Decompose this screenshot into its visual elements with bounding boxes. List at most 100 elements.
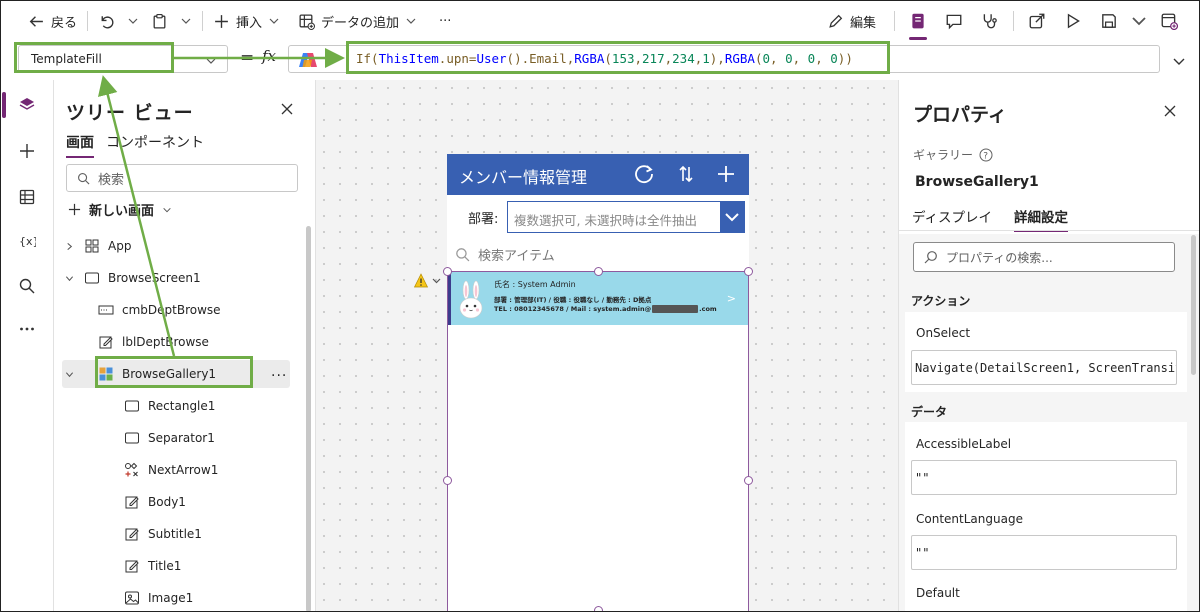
insert-button[interactable]: 挿入 — [207, 6, 286, 36]
back-button[interactable]: 戻る — [22, 6, 83, 36]
tree-item-nextarrow1[interactable]: NextArrow1 — [62, 456, 290, 484]
section-data: データ — [911, 405, 948, 419]
tree-item-lbldeptbrowse[interactable]: lblDeptBrowse — [62, 328, 290, 356]
help-icon[interactable]: ? — [979, 148, 993, 162]
refresh-icon[interactable] — [633, 163, 655, 185]
tab-display[interactable]: ディスプレイ — [912, 206, 992, 230]
paste-button[interactable] — [145, 6, 174, 36]
selection-handle[interactable] — [594, 267, 603, 276]
share-icon — [1028, 12, 1046, 30]
save-dropdown[interactable] — [1128, 6, 1150, 36]
tree-item-cmbdeptbrowse[interactable]: cmbDeptBrowse — [62, 296, 290, 324]
tree-item-browsegallery1[interactable]: BrowseGallery1 ··· — [62, 360, 290, 388]
gallery-item[interactable]: 氏名 : System Admin 部署 : 管理部(IT) / 役職 : 役職… — [448, 272, 748, 325]
tree-item-browsescreen1[interactable]: BrowseScreen1 — [62, 264, 290, 292]
more-icon — [18, 320, 36, 338]
tab-screens[interactable]: 画面 — [66, 132, 94, 158]
search-rail-button[interactable] — [14, 273, 40, 299]
tree-item-title1[interactable]: Title1 — [62, 552, 290, 580]
chevron-down-icon — [180, 15, 192, 27]
app-checker-toggle[interactable] — [901, 6, 935, 40]
undo-button[interactable] — [92, 6, 121, 36]
default-label: Default — [916, 586, 960, 600]
next-arrow-icon[interactable]: > — [727, 292, 736, 305]
tree-item-app[interactable]: App — [62, 232, 290, 260]
new-screen-button[interactable]: 新しい画面 — [68, 200, 172, 219]
tree-scrollbar[interactable] — [306, 226, 311, 612]
more-options-button[interactable]: ··· — [271, 368, 287, 384]
plus-icon[interactable] — [715, 163, 737, 185]
formula-token: ThisItem — [378, 51, 439, 66]
label-edit-icon — [124, 526, 140, 542]
properties-scrollbar[interactable] — [1191, 235, 1196, 375]
formula-token: 0 — [785, 51, 793, 66]
share-button[interactable] — [1020, 6, 1054, 36]
selection-handle[interactable] — [443, 267, 452, 276]
close-icon[interactable] — [280, 102, 294, 116]
formula-token: , — [770, 51, 786, 66]
tree-view-button[interactable] — [14, 92, 40, 118]
notebook-icon — [909, 12, 927, 30]
content-language-input[interactable]: "" — [911, 535, 1177, 570]
redacted-block — [652, 305, 699, 313]
add-data-button[interactable]: データの追加 — [292, 6, 423, 36]
tree-item-body1[interactable]: Body1 — [62, 488, 290, 516]
chevron-right-icon[interactable] — [62, 242, 76, 251]
formula-token: , — [792, 51, 808, 66]
chevron-down-icon[interactable] — [62, 370, 76, 379]
edit-label: 編集 — [849, 15, 876, 31]
chevron-down-icon[interactable] — [62, 274, 76, 283]
design-canvas[interactable]: メンバー情報管理 部署: 複数選択可, 未選択時は全件抽出 検索アイテム 氏名 … — [316, 80, 898, 612]
gallery-item-subtitle: 部署 : 管理部(IT) / 役職 : 役職なし / 勤務先 : D拠点 — [494, 296, 652, 304]
save-button[interactable] — [1092, 6, 1126, 36]
divider — [1013, 11, 1014, 31]
selection-handle[interactable] — [744, 267, 753, 276]
tree-item-separator1[interactable]: Separator1 — [62, 424, 290, 452]
browse-gallery[interactable]: 氏名 : System Admin 部署 : 管理部(IT) / 役職 : 役職… — [447, 271, 749, 612]
tree-item-image1[interactable]: Image1 — [62, 584, 290, 612]
tab-components[interactable]: コンポーネント — [106, 132, 204, 156]
tree-search-input[interactable]: 検索 — [66, 164, 298, 192]
onselect-input[interactable]: Navigate(DetailScreen1, ScreenTransit… — [911, 350, 1177, 385]
undo-dropdown[interactable] — [121, 6, 145, 36]
app-checker-button[interactable] — [973, 6, 1007, 36]
more-rail-button[interactable] — [14, 316, 40, 342]
more-commands-button[interactable]: ··· — [433, 6, 457, 36]
divider — [202, 11, 204, 31]
sort-icon[interactable] — [675, 163, 697, 185]
copilot-icon[interactable] — [298, 51, 318, 69]
edit-button[interactable]: 編集 — [821, 6, 882, 36]
insert-rail-button[interactable] — [14, 138, 40, 164]
selection-handle[interactable] — [594, 606, 603, 612]
data-rail-button[interactable] — [14, 184, 40, 210]
dept-combobox[interactable]: 複数選択可, 未選択時は全件抽出 — [507, 201, 745, 233]
gallery-search-input[interactable]: 検索アイテム — [455, 245, 555, 264]
tree-item-rectangle1[interactable]: Rectangle1 — [62, 392, 290, 420]
property-selector[interactable]: TemplateFill — [18, 45, 228, 73]
play-button[interactable] — [1056, 6, 1090, 36]
selection-handle[interactable] — [744, 476, 753, 485]
table-add-icon — [298, 13, 316, 30]
chevron-down-icon[interactable] — [720, 202, 744, 232]
expand-formula-chevron-icon[interactable] — [1172, 54, 1186, 68]
close-icon[interactable] — [1163, 104, 1177, 118]
property-search-input[interactable]: プロパティの検索... — [913, 242, 1175, 272]
paste-dropdown[interactable] — [174, 6, 198, 36]
selection-handle[interactable] — [443, 476, 452, 485]
search-icon — [924, 250, 938, 264]
image-icon — [124, 590, 140, 606]
tree-item-subtitle1[interactable]: Subtitle1 — [62, 520, 290, 548]
warning-icon[interactable] — [414, 273, 444, 289]
back-label: 戻る — [51, 15, 78, 31]
plus-icon — [18, 142, 36, 160]
formula-token: ), — [709, 51, 725, 66]
formula-token: User — [476, 51, 507, 66]
tree-view-title: ツリー ビュー — [66, 102, 194, 124]
tab-advanced[interactable]: 詳細設定 — [1014, 206, 1068, 232]
tree-item-label: Body1 — [148, 495, 186, 509]
accessible-label-input[interactable]: "" — [911, 460, 1177, 495]
variables-rail-button[interactable]: {x} — [14, 228, 40, 254]
formula-token: If( — [356, 51, 379, 66]
publish-button[interactable] — [1152, 6, 1186, 36]
comments-button[interactable] — [937, 6, 971, 36]
